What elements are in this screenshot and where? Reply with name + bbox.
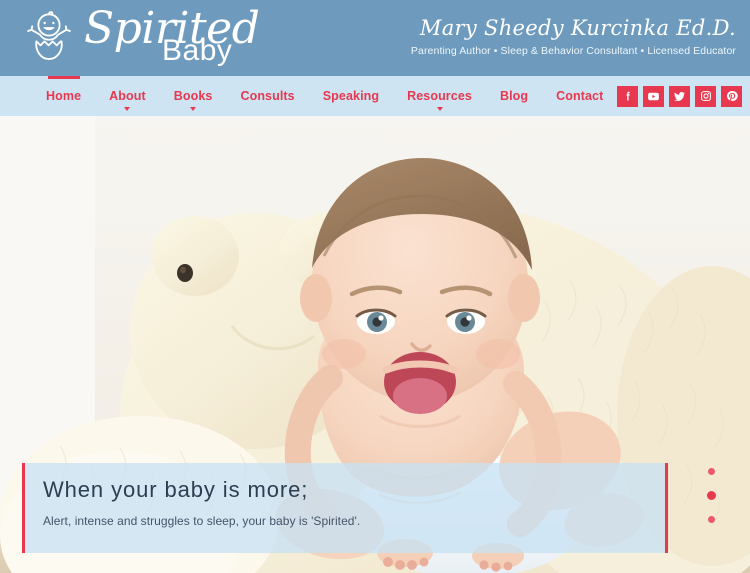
nav-item-resources[interactable]: Resources <box>393 76 486 116</box>
author-credit: Mary Sheedy Kurcinka Ed.D. Parenting Aut… <box>411 15 736 61</box>
nav-item-home[interactable]: Home <box>32 76 95 116</box>
social-link-facebook[interactable] <box>617 85 639 107</box>
social-link-twitter[interactable] <box>669 85 691 107</box>
hero-caption-panel: When your baby is more; Alert, intense a… <box>22 463 668 553</box>
author-tagline: Parenting Author • Sleep & Behavior Cons… <box>410 45 736 57</box>
chevron-down-icon <box>124 107 131 111</box>
nav-link-label[interactable]: Resources <box>407 89 472 103</box>
social-link-youtube[interactable] <box>643 85 665 107</box>
nav-list: Home About Books Consults Speaking Resources B… <box>32 76 617 116</box>
hero-slider: When your baby is more; Alert, intense a… <box>0 116 750 573</box>
site-logo-link[interactable]: Spirited Baby <box>20 5 260 69</box>
chevron-down-icon <box>436 107 443 111</box>
nav-item-about[interactable]: About <box>95 76 160 116</box>
nav-item-consults[interactable]: Consults <box>226 76 308 116</box>
baby-in-eggshell-icon <box>20 9 78 67</box>
facebook-icon <box>622 90 634 102</box>
twitter-icon <box>673 90 686 103</box>
instagram-icon <box>700 90 712 102</box>
author-name: Mary Sheedy Kurcinka Ed.D. <box>419 16 736 40</box>
nav-link-label[interactable]: About <box>109 89 146 103</box>
nav-item-blog[interactable]: Blog <box>486 76 542 116</box>
main-navigation: Home About Books Consults Speaking Resources B… <box>0 76 750 116</box>
brand-wordmark: Spirited Baby <box>84 5 260 69</box>
social-links <box>617 85 743 107</box>
nav-link-label[interactable]: Home <box>46 89 81 103</box>
hero-caption-title: When your baby is more; <box>43 477 309 502</box>
nav-item-books[interactable]: Books <box>160 76 227 116</box>
brand-sub-text: Baby <box>162 34 233 67</box>
slider-dot-2[interactable] <box>707 491 716 500</box>
slider-dot-1[interactable] <box>708 468 715 475</box>
nav-item-speaking[interactable]: Speaking <box>309 76 393 116</box>
hero-caption-subtitle: Alert, intense and struggles to sleep, y… <box>43 514 361 528</box>
social-link-pinterest[interactable] <box>721 85 743 107</box>
youtube-icon <box>647 90 660 103</box>
nav-link-label[interactable]: Blog <box>500 89 528 103</box>
nav-item-contact[interactable]: Contact <box>542 76 617 116</box>
nav-link-label[interactable]: Speaking <box>323 89 379 103</box>
slider-pagination <box>707 468 716 523</box>
nav-link-label[interactable]: Consults <box>240 89 294 103</box>
slider-dot-3[interactable] <box>708 516 715 523</box>
site-header: Spirited Baby Mary Sheedy Kurcinka Ed.D.… <box>0 0 750 76</box>
pinterest-icon <box>726 90 738 102</box>
nav-link-label[interactable]: Books <box>174 89 213 103</box>
social-link-instagram[interactable] <box>695 85 717 107</box>
page-root: Spirited Baby Mary Sheedy Kurcinka Ed.D.… <box>0 0 750 573</box>
chevron-down-icon <box>190 107 197 111</box>
nav-link-label[interactable]: Contact <box>556 89 603 103</box>
